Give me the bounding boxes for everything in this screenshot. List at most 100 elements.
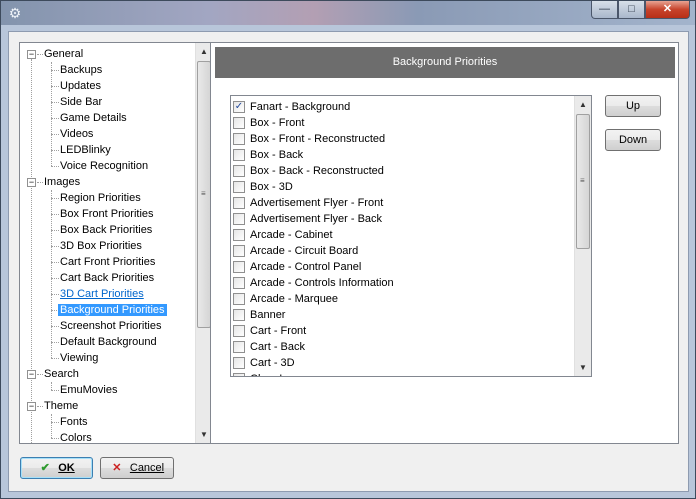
tree-item-box-front-priorities[interactable]: Box Front Priorities xyxy=(58,206,156,222)
down-button[interactable]: Down xyxy=(605,129,661,151)
tree-item-videos[interactable]: Videos xyxy=(58,126,95,142)
tree-item-updates[interactable]: Updates xyxy=(58,78,103,94)
checklist-scroll-thumb[interactable]: ≡ xyxy=(576,114,590,249)
tree-item-label: Viewing xyxy=(60,352,99,364)
checklist-scrollbar[interactable]: ▲ ≡ ▼ xyxy=(574,96,591,376)
tree-item-label: Screenshot Priorities xyxy=(60,320,162,332)
tree-group-label: Images xyxy=(44,176,81,188)
priority-checklist[interactable]: ✓ Fanart - Background Box - Front Box - Fro… xyxy=(230,95,592,377)
checkbox[interactable] xyxy=(233,117,245,129)
priority-item-label: Box - Front xyxy=(250,117,305,129)
priority-item-label: Banner xyxy=(250,309,286,321)
tree-item-colors[interactable]: Colors xyxy=(58,430,94,444)
collapse-icon[interactable]: − xyxy=(27,50,36,59)
tree-item-cart-back-priorities[interactable]: Cart Back Priorities xyxy=(58,270,156,286)
tree-item-backups[interactable]: Backups xyxy=(58,62,104,78)
maximize-button[interactable]: □ xyxy=(618,1,645,19)
priority-item-label: Arcade - Cabinet xyxy=(250,229,333,241)
collapse-icon[interactable]: − xyxy=(27,178,36,187)
priority-item-label: Arcade - Control Panel xyxy=(250,261,362,273)
tree-connector xyxy=(51,414,52,438)
tree-item-ledblinky[interactable]: LEDBlinky xyxy=(58,142,113,158)
tree-item-label: Videos xyxy=(60,128,94,140)
tree-item-label: Default Background xyxy=(60,336,157,348)
checkbox[interactable] xyxy=(233,149,245,161)
tree-item-label: EmuMovies xyxy=(60,384,118,396)
check-icon: ✔ xyxy=(40,462,50,474)
collapse-icon[interactable]: − xyxy=(27,370,36,379)
priority-item-label: Advertisement Flyer - Front xyxy=(250,197,384,209)
cancel-button[interactable]: ✕ Cancel xyxy=(100,457,174,479)
checkbox[interactable] xyxy=(233,197,245,209)
options-window: ⚙ — □ ✕ − General Backups Updates Side Bar Ga… xyxy=(0,0,696,499)
grip-icon: ≡ xyxy=(580,176,585,185)
checkbox[interactable] xyxy=(233,357,245,369)
x-icon: ✕ xyxy=(112,462,122,474)
tree-item-emumovies[interactable]: EmuMovies xyxy=(58,382,119,398)
tree-item-region-priorities[interactable]: Region Priorities xyxy=(58,190,143,206)
tree-item-fonts[interactable]: Fonts xyxy=(58,414,90,430)
tree-group-label: General xyxy=(44,48,84,60)
checked-checkbox[interactable]: ✓ xyxy=(233,101,245,113)
tree-item-label: Side Bar xyxy=(60,96,103,108)
minimize-button[interactable]: — xyxy=(591,1,618,19)
tree-item-game-details[interactable]: Game Details xyxy=(58,110,129,126)
collapse-icon[interactable]: − xyxy=(27,402,36,411)
scroll-up-icon[interactable]: ▲ xyxy=(575,96,591,113)
ok-label: OK xyxy=(58,462,75,474)
gear-icon: ⚙ xyxy=(8,5,22,21)
tree-item-3d-cart-priorities[interactable]: 3D Cart Priorities xyxy=(58,286,146,302)
tree-item-side-bar[interactable]: Side Bar xyxy=(58,94,104,110)
checkbox[interactable] xyxy=(233,181,245,193)
tree-group-theme[interactable]: Theme xyxy=(42,398,80,414)
scroll-down-icon[interactable]: ▼ xyxy=(575,359,591,376)
tree-item-screenshot-priorities[interactable]: Screenshot Priorities xyxy=(58,318,164,334)
close-button[interactable]: ✕ xyxy=(645,1,690,19)
dialog-body: − General Backups Updates Side Bar Game Detai… xyxy=(8,31,689,492)
tree-item-label: Game Details xyxy=(60,112,127,124)
tree-connector xyxy=(31,59,32,443)
checkbox[interactable] xyxy=(233,325,245,337)
checkbox[interactable] xyxy=(233,341,245,353)
tree-item-label: Region Priorities xyxy=(60,192,141,204)
checkbox[interactable] xyxy=(233,133,245,145)
up-button[interactable]: Up xyxy=(605,95,661,117)
tree-item-box-back-priorities[interactable]: Box Back Priorities xyxy=(58,222,154,238)
tree-item-viewing[interactable]: Viewing xyxy=(58,350,100,366)
checkbox[interactable] xyxy=(233,293,245,305)
tree-scroll-thumb[interactable]: ≡ xyxy=(197,61,211,328)
checkbox[interactable] xyxy=(233,245,245,257)
checkbox[interactable] xyxy=(233,373,245,376)
priority-item-label: Cart - Back xyxy=(250,341,306,353)
tree-item-label: Cart Back Priorities xyxy=(60,272,155,284)
priority-item-label: Box - Back - Reconstructed xyxy=(250,165,384,177)
tree-item-label: Colors xyxy=(60,432,92,444)
checkbox[interactable] xyxy=(233,229,245,241)
tree-group-search[interactable]: Search xyxy=(42,366,81,382)
ok-button[interactable]: ✔ OK xyxy=(20,457,93,479)
tree-group-general[interactable]: General xyxy=(42,46,85,62)
tree-item-default-background[interactable]: Default Background xyxy=(58,334,159,350)
tree-item-label: Updates xyxy=(60,80,101,92)
tree-item-label: Box Back Priorities xyxy=(60,224,153,236)
tree-item-cart-front-priorities[interactable]: Cart Front Priorities xyxy=(58,254,157,270)
tree-item-background-priorities[interactable]: Background Priorities xyxy=(58,302,167,318)
tree-item-label: LEDBlinky xyxy=(60,144,111,156)
grip-icon: ≡ xyxy=(201,189,206,198)
checkbox[interactable] xyxy=(233,213,245,225)
priority-item-label: Clear Logo xyxy=(250,371,304,376)
tree-item-label: Fonts xyxy=(60,416,88,428)
panel-title: Background Priorities xyxy=(215,47,675,78)
checkbox[interactable] xyxy=(233,277,245,289)
checkbox[interactable] xyxy=(233,309,245,321)
tree-item-3d-box-priorities[interactable]: 3D Box Priorities xyxy=(58,238,144,254)
checkbox[interactable] xyxy=(233,261,245,273)
tree-item-label: Cart Front Priorities xyxy=(60,256,156,268)
options-tree[interactable]: − General Backups Updates Side Bar Game Detai… xyxy=(19,42,213,444)
tree-group-label: Search xyxy=(44,368,79,380)
checkbox[interactable] xyxy=(233,165,245,177)
tree-group-images[interactable]: Images xyxy=(42,174,82,190)
title-bar[interactable]: ⚙ — □ ✕ xyxy=(1,1,695,25)
tree-connector xyxy=(51,62,52,166)
tree-item-voice-recognition[interactable]: Voice Recognition xyxy=(58,158,150,174)
